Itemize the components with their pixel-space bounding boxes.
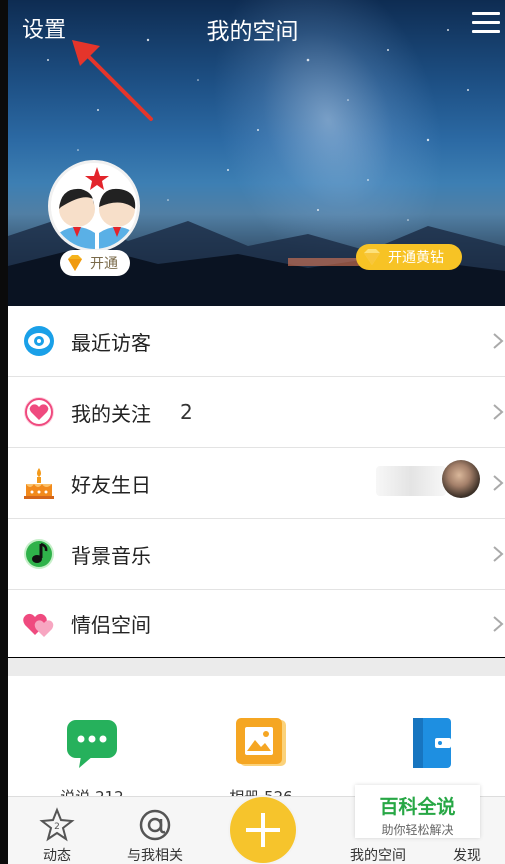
diamond-icon <box>68 255 82 271</box>
nav-feed[interactable]: 2 动态 <box>22 797 92 864</box>
menu-item-background-music[interactable]: 背景音乐 <box>8 519 505 590</box>
menu-list: 最近访客 我的关注 2 好友生日 背景音乐 情侣空间 <box>8 306 505 657</box>
menu-item-label: 背景音乐 <box>71 543 151 568</box>
plus-icon-bar <box>246 828 280 832</box>
menu-item-recent-visitors[interactable]: 最近访客 <box>8 306 505 377</box>
wallet-icon <box>413 718 451 768</box>
chevron-right-icon <box>493 546 504 562</box>
nav-label: 动态 <box>43 848 71 864</box>
nav-related[interactable]: 与我相关 <box>120 797 190 864</box>
double-heart-icon <box>23 613 54 637</box>
menu-item-friend-birthdays[interactable]: 好友生日 <box>8 448 505 519</box>
app-grid: 说说 212 相册 526 <box>8 676 505 798</box>
yellow-diamond-label: 开通黄钻 <box>388 250 444 266</box>
annotation-arrow-icon <box>72 40 153 121</box>
photo-album-icon <box>236 718 286 766</box>
music-note-icon <box>24 539 54 569</box>
menu-item-label: 好友生日 <box>71 472 151 497</box>
chevron-right-icon <box>493 333 504 349</box>
section-divider <box>8 658 505 676</box>
app-album[interactable]: 相册 526 <box>221 716 301 798</box>
left-edge <box>0 0 8 864</box>
blurred-friend-name <box>376 466 446 496</box>
chevron-right-icon <box>493 404 504 420</box>
birthday-cake-icon <box>24 468 54 499</box>
open-yellow-diamond-button[interactable]: 开通黄钻 <box>356 244 462 270</box>
user-avatar[interactable] <box>48 160 140 252</box>
chevron-right-icon <box>493 475 504 491</box>
app-shuoshuo[interactable]: 说说 212 <box>52 716 132 798</box>
menu-item-my-follows[interactable]: 我的关注 2 <box>8 377 505 448</box>
watermark-title: 百科全说 <box>379 796 456 818</box>
svg-text:2: 2 <box>54 822 60 832</box>
add-post-button[interactable] <box>230 797 296 863</box>
follow-count: 2 <box>180 400 193 424</box>
chevron-right-icon <box>493 615 504 632</box>
eye-icon <box>24 326 54 356</box>
chat-bubble-icon <box>67 720 117 768</box>
diamond-icon <box>364 249 380 265</box>
watermark-logo: 百科全说 助你轻松解决 <box>355 785 480 838</box>
settings-button[interactable]: 设置 <box>22 12 66 44</box>
menu-item-label: 最近访客 <box>71 330 151 355</box>
nav-label: 我的空间 <box>350 848 406 864</box>
watermark-subtitle: 助你轻松解决 <box>381 823 454 837</box>
menu-item-label: 情侣空间 <box>71 613 151 637</box>
menu-icon[interactable] <box>472 12 500 36</box>
nav-label: 发现 <box>453 848 481 864</box>
menu-item-couple-space[interactable]: 情侣空间 <box>8 590 505 657</box>
friend-avatar <box>442 460 480 498</box>
menu-item-label: 我的关注 <box>71 401 151 426</box>
vip-badge[interactable]: 开通 <box>60 250 130 276</box>
star-icon: 2 <box>39 807 75 842</box>
app-blue[interactable] <box>392 716 472 774</box>
at-sign-icon <box>139 809 171 841</box>
vip-badge-label: 开通 <box>90 256 118 272</box>
nav-label: 与我相关 <box>127 848 183 864</box>
heart-icon <box>24 397 54 427</box>
